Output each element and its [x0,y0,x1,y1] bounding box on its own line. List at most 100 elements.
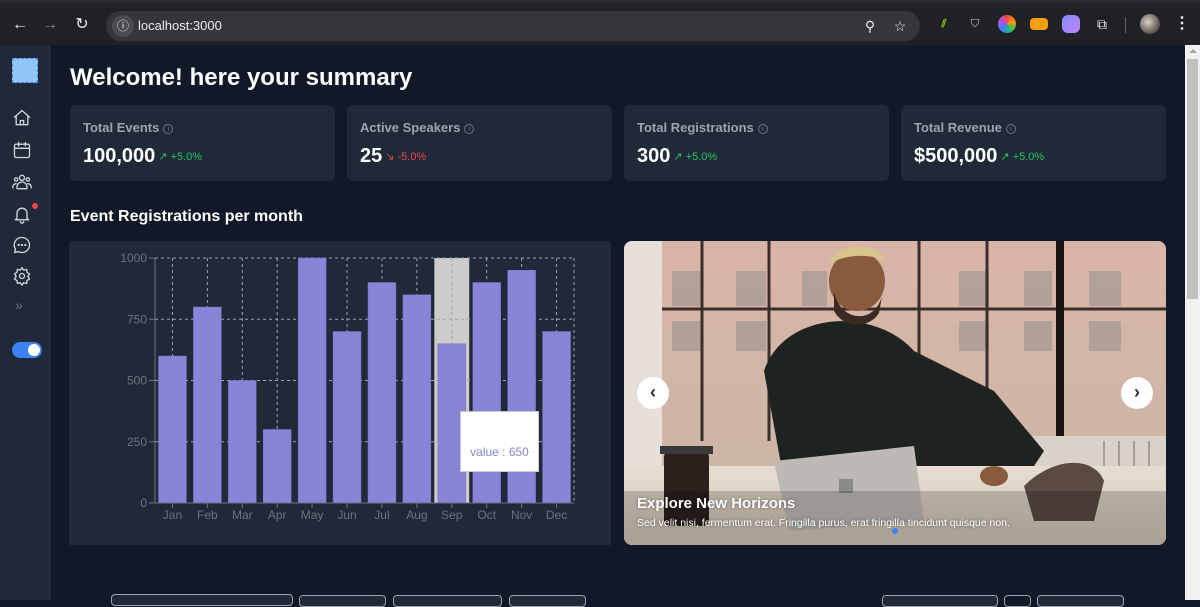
gear-icon [13,267,31,286]
carousel-slide-title: Explore New Horizons [637,495,796,512]
stat-label: Total Events i [83,120,174,135]
info-icon[interactable]: i [757,124,768,134]
bar-feb [193,306,222,504]
x-tick-label: Jul [374,508,389,522]
extension-chart-icon[interactable]: ⫽ [935,15,953,33]
extensions-puzzle-icon[interactable]: ⧉ [1093,15,1111,33]
stat-label-text: Total Registrations [637,120,754,135]
bottom-control-1[interactable] [111,594,293,606]
bar-apr [262,429,292,504]
menu-icon[interactable]: ⋮ [1174,13,1190,33]
carousel-next-button[interactable]: › [1121,377,1153,409]
page-title: Welcome! here your summary [70,64,413,91]
bar-may [297,257,327,504]
stat-value-text: $500,000 [914,145,998,167]
scrollbar-thumb[interactable] [1187,59,1198,299]
stat-label-text: Total Revenue [914,120,1002,135]
zoom-icon[interactable]: ⚲ [860,16,880,36]
app-logo[interactable] [12,58,38,83]
bar-chart-panel: 0 250 500 750 1000 Jan Feb Mar Apr May Jun Jul Aug Se… [69,241,611,545]
sidebar: » [0,45,51,600]
chart-tooltip: value : 650 [460,411,539,472]
users-icon [12,174,32,190]
site-info-icon[interactable]: ⓘ [112,15,134,37]
stat-value: $500,000 ↗ +5.0% [914,145,1044,168]
carousel-slide-description: Sed velit nisi, fermentum erat. Fringill… [637,517,1010,529]
bar-aug [402,294,432,504]
bottom-control-4[interactable] [509,595,586,607]
stat-value: 25 ↘ -5.0% [360,145,426,168]
bottom-control-5[interactable] [882,595,998,607]
stat-card-total-revenue: Total Revenue i $500,000 ↗ +5.0% [901,105,1166,181]
stat-label: Total Revenue i [914,120,1016,135]
bar-jun [332,331,362,504]
x-tick-label: Dec [546,508,567,522]
notification-badge [32,203,38,209]
bar-jan [158,355,187,504]
url-text[interactable]: localhost:3000 [138,18,222,33]
stat-value-text: 300 [637,145,671,167]
stat-card-total-registrations: Total Registrations i 300 ↗ +5.0% [624,105,889,181]
chat-icon [13,236,31,254]
y-tick-label: 500 [127,374,147,388]
sidebar-item-calendar[interactable] [12,140,32,160]
trend-down-indicator: ↘ -5.0% [385,151,427,163]
trend-up-indicator: ↗ +5.0% [158,151,203,163]
bookmark-star-icon[interactable]: ☆ [890,16,910,36]
info-icon[interactable]: i [464,124,475,134]
y-tick-label: 0 [140,496,147,510]
x-tick-label: Sep [441,508,463,522]
extension-folder-icon[interactable] [1030,18,1048,30]
sidebar-item-users[interactable] [12,172,32,192]
x-tick-label: Mar [232,508,253,522]
x-tick-label: Jun [337,508,356,522]
extension-color-icon[interactable] [998,15,1016,33]
info-icon[interactable]: i [163,124,174,134]
bar-dec [542,331,571,504]
info-icon[interactable]: i [1005,124,1016,134]
home-icon [13,109,31,126]
bottom-control-7[interactable] [1037,595,1124,607]
x-tick-label: Feb [197,508,218,522]
forward-icon[interactable]: → [38,13,62,37]
stat-label: Total Registrations i [637,120,768,135]
expand-sidebar-icon[interactable]: » [15,297,23,313]
bottom-control-6[interactable] [1004,595,1031,607]
extension-shield-icon[interactable]: ⛉ [966,15,984,33]
bottom-control-2[interactable] [299,595,386,607]
carousel-dot-active[interactable] [892,528,898,534]
x-tick-label: Nov [511,508,532,522]
x-tick-label: May [301,508,324,522]
theme-toggle[interactable] [12,342,42,358]
stat-value: 100,000 ↗ +5.0% [83,145,202,168]
trend-up-indicator: ↗ +5.0% [1000,151,1045,163]
y-tick-label: 1000 [120,251,147,265]
image-carousel[interactable]: ‹ › Explore New Horizons Sed velit nisi,… [624,241,1166,545]
sidebar-item-notifications[interactable] [12,204,32,224]
bottom-control-3[interactable] [393,595,502,607]
address-bar[interactable]: ⓘ localhost:3000 ⚲ ☆ [106,11,920,41]
bar-jul [367,282,397,504]
stat-label-text: Total Events [83,120,160,135]
stat-card-total-events: Total Events i 100,000 ↗ +5.0% [70,105,335,181]
sidebar-item-messages[interactable] [12,235,32,255]
toggle-knob [28,344,40,356]
bar-chart: 0 250 500 750 1000 Jan Feb Mar Apr May Jun Jul Aug Se… [120,251,575,522]
y-tick-label: 250 [127,435,147,449]
page-scrollbar[interactable] [1185,45,1200,600]
stat-value-text: 100,000 [83,145,156,167]
browser-toolbar: ← → ↻ ⓘ localhost:3000 ⚲ ☆ ⫽ ⛉ ⧉ ⋮ [0,0,1200,45]
sidebar-item-settings[interactable] [12,266,32,286]
x-tick-label: Oct [477,508,496,522]
reload-icon[interactable]: ↻ [70,13,94,37]
scroll-up-arrow-icon[interactable] [1189,49,1197,53]
sidebar-item-home[interactable] [12,108,32,128]
trend-up-indicator: ↗ +5.0% [673,151,718,163]
stat-value: 300 ↗ +5.0% [637,145,717,168]
extension-pen-icon[interactable] [1062,15,1080,33]
x-tick-label: Jan [163,508,182,522]
y-tick-label: 750 [127,312,147,326]
back-icon[interactable]: ← [8,13,32,37]
carousel-prev-button[interactable]: ‹ [637,377,669,409]
profile-avatar[interactable] [1140,14,1160,34]
